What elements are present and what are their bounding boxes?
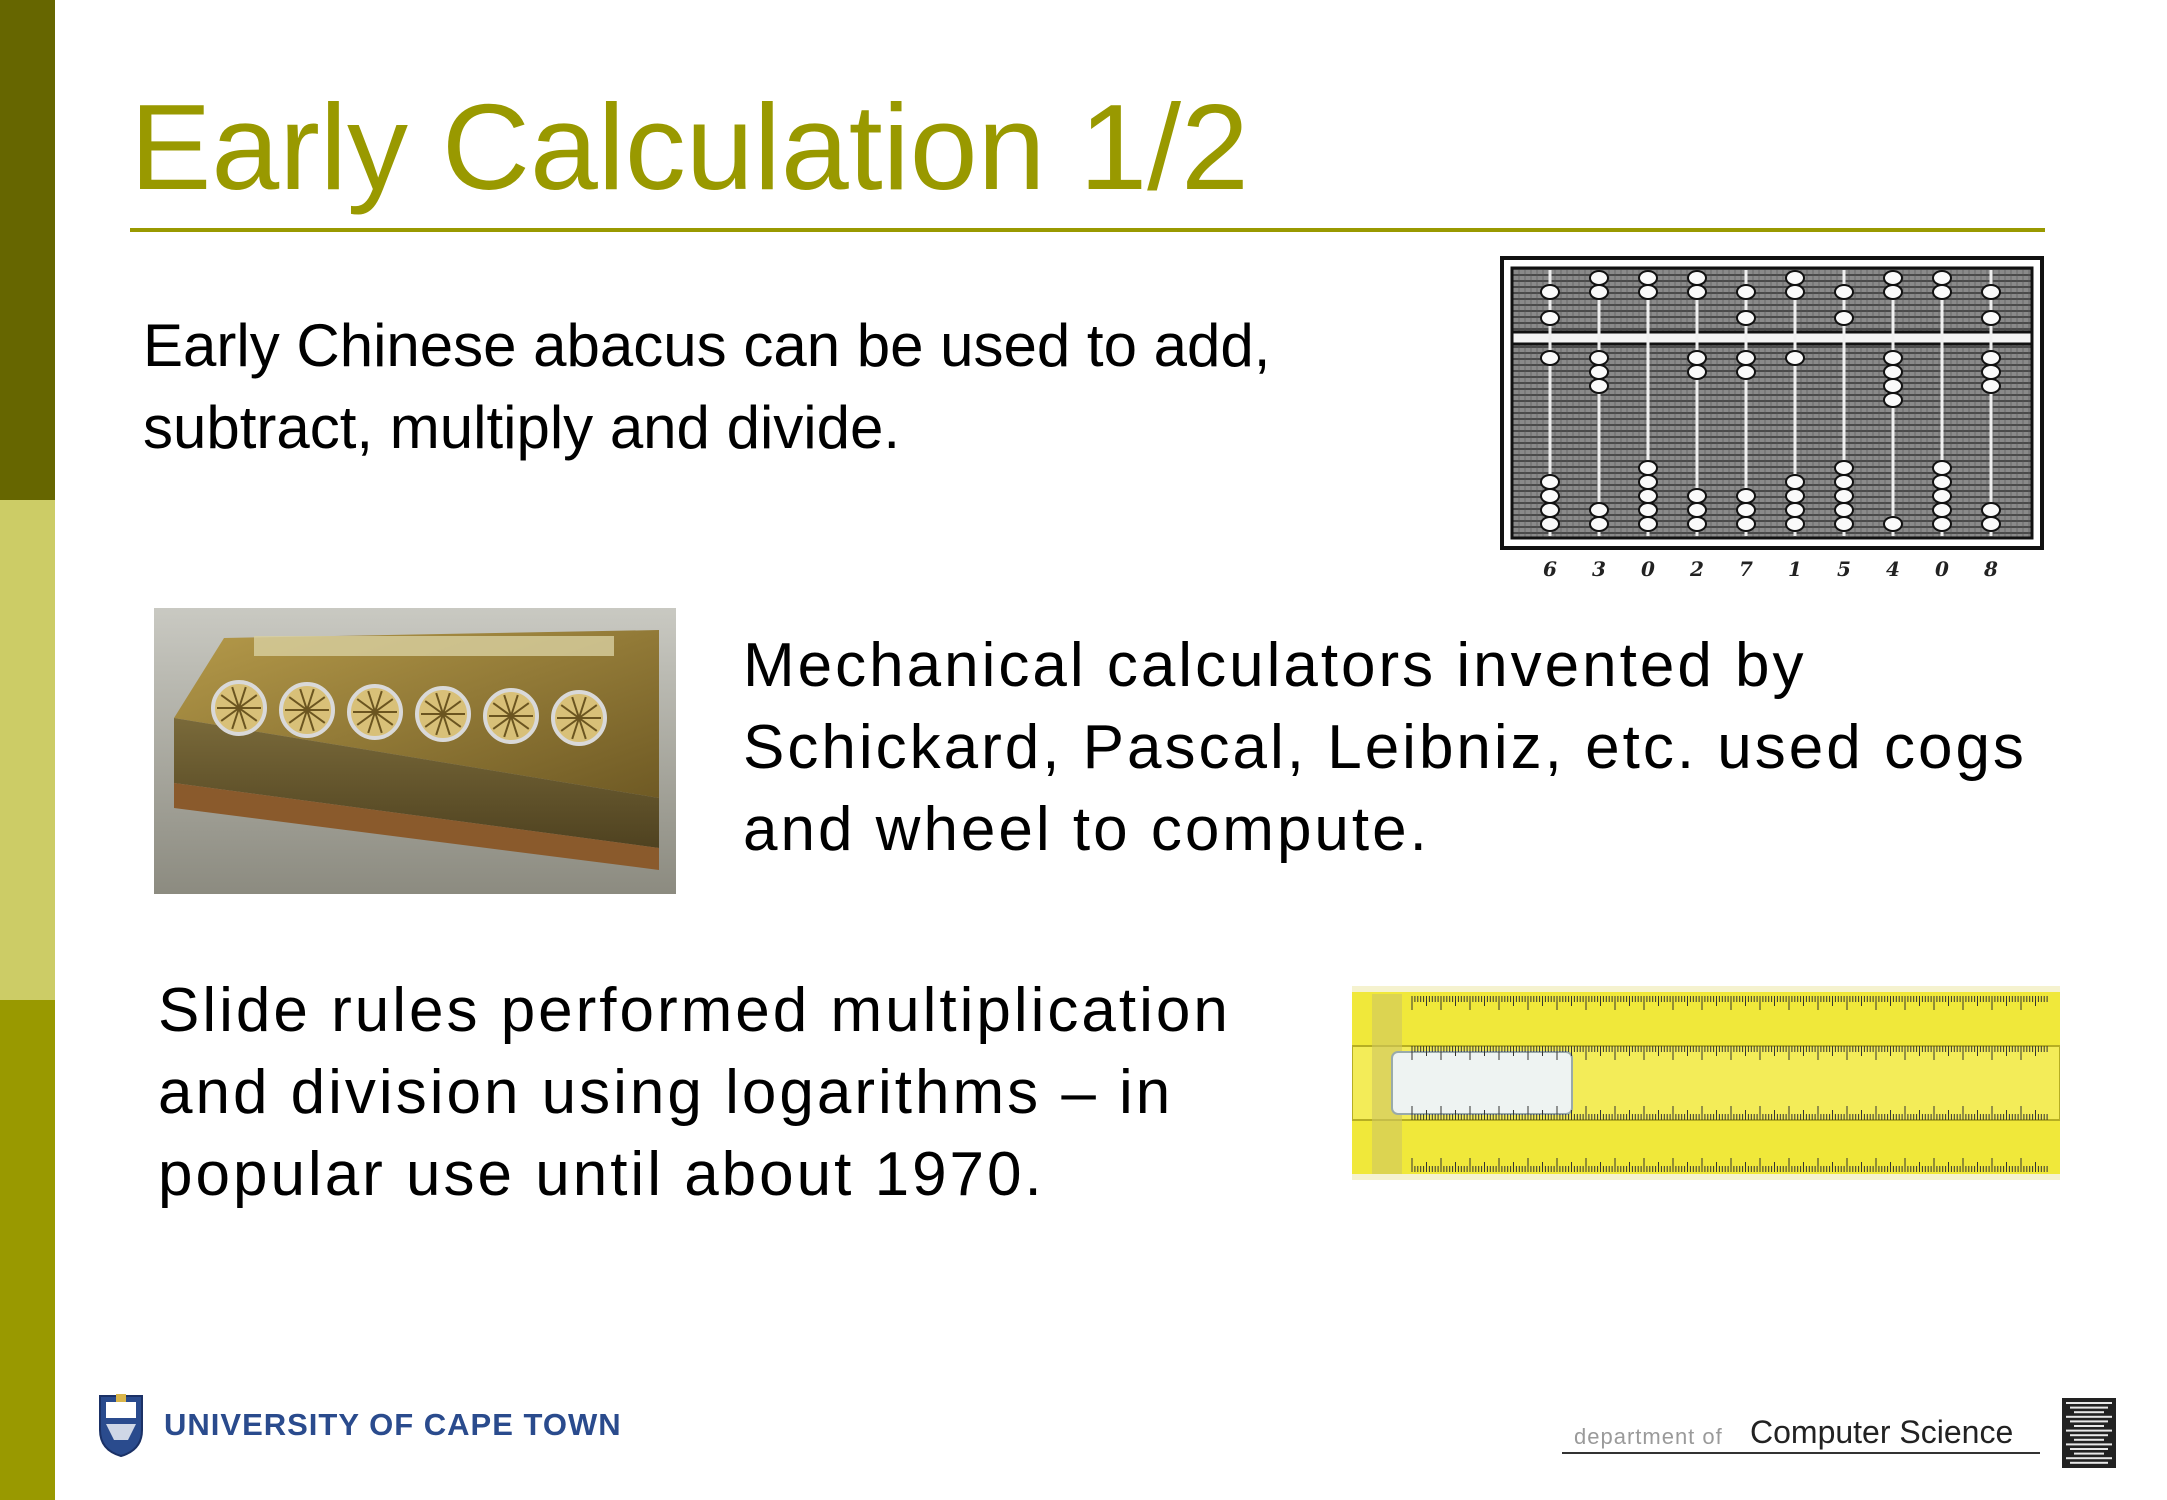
abacus-digit: 6 xyxy=(1543,557,1557,581)
slide-rule-paragraph: Slide rules performed multiplication and… xyxy=(158,976,1231,1209)
title-underline xyxy=(130,228,2045,232)
abacus-digit: 5 xyxy=(1837,557,1851,581)
slide-rule-photo xyxy=(1352,986,2060,1180)
abacus-paragraph: Early Chinese abacus can be used to add,… xyxy=(143,312,1271,461)
university-name: UNIVERSITY OF CAPE TOWN xyxy=(164,1407,622,1442)
abacus-digit: 0 xyxy=(1641,557,1655,581)
abacus-digit: 0 xyxy=(1935,557,1949,581)
abacus-digit: 8 xyxy=(1983,557,1998,581)
abacus-digit-labels: 6 3 0 2 7 1 5 4 0 8 xyxy=(1543,557,1998,581)
sidebar-band-middle xyxy=(0,500,55,1000)
pascaline-photo xyxy=(154,608,676,894)
sidebar-decoration xyxy=(0,0,55,1500)
department-name: Computer Science xyxy=(1750,1414,2014,1450)
abacus-digit: 7 xyxy=(1739,557,1753,581)
abacus-digit: 1 xyxy=(1788,557,1802,581)
abacus-digit: 3 xyxy=(1592,557,1606,581)
department-underline xyxy=(1562,1452,2040,1454)
slide-title: Early Calculation 1/2 xyxy=(130,79,1249,215)
abacus-digit: 4 xyxy=(1886,557,1900,581)
crest-icon xyxy=(99,1394,143,1458)
dept-logo-icon xyxy=(2062,1398,2116,1468)
abacus-digit: 2 xyxy=(1689,557,1704,581)
abacus-image: 6 3 0 2 7 1 5 4 0 8 xyxy=(1500,256,2044,581)
sidebar-band-top xyxy=(0,0,55,500)
mechanical-calculator-paragraph: Mechanical calculators invented by Schic… xyxy=(743,631,2027,864)
department-label: department of Computer Science xyxy=(1562,1410,2042,1454)
sidebar-band-bottom xyxy=(0,1000,55,1500)
department-prefix: department of xyxy=(1574,1424,1723,1449)
uct-logo: UNIVERSITY OF CAPE TOWN xyxy=(96,1390,622,1460)
